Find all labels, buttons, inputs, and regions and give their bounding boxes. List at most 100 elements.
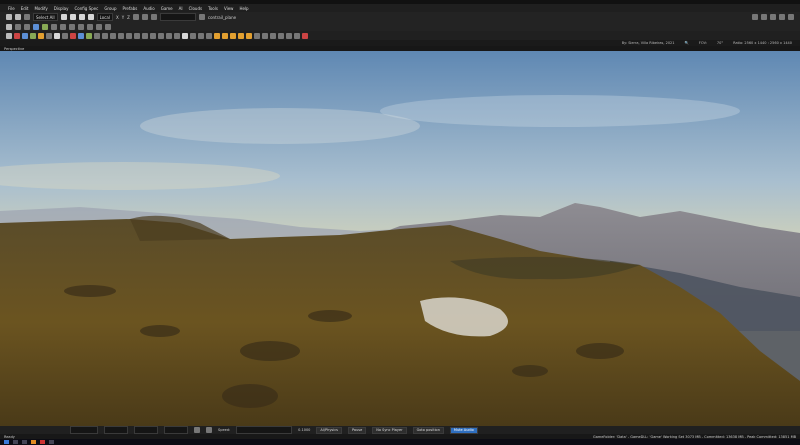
grid-icon[interactable] bbox=[141, 14, 148, 20]
lock-icon[interactable] bbox=[194, 427, 200, 433]
tool-icon[interactable] bbox=[102, 32, 108, 39]
tool-icon[interactable] bbox=[78, 32, 84, 39]
camera-tool-icon[interactable] bbox=[96, 23, 102, 30]
path-icon[interactable] bbox=[87, 23, 93, 30]
light-icon[interactable] bbox=[60, 23, 66, 30]
move-icon[interactable] bbox=[69, 14, 76, 20]
tool-icon[interactable] bbox=[30, 32, 36, 39]
taskbar-app-icon[interactable] bbox=[22, 440, 27, 444]
ai-icon[interactable] bbox=[770, 14, 776, 20]
tool-icon[interactable] bbox=[270, 32, 276, 39]
menu-item-prefabs[interactable]: Prefabs bbox=[123, 6, 138, 11]
tool-icon[interactable] bbox=[126, 32, 132, 39]
play-icon[interactable] bbox=[752, 14, 758, 20]
tool-icon[interactable] bbox=[214, 32, 220, 39]
rotate-icon[interactable] bbox=[78, 14, 85, 20]
vegetation-icon[interactable] bbox=[42, 23, 48, 30]
speed-slider[interactable] bbox=[236, 426, 293, 434]
tool-icon[interactable] bbox=[294, 32, 300, 39]
axis-x-button[interactable]: X bbox=[116, 15, 119, 20]
menu-item-tools[interactable]: Tools bbox=[208, 6, 218, 11]
tool-icon[interactable] bbox=[150, 32, 156, 39]
tool-icon[interactable] bbox=[254, 32, 260, 39]
snap-icon[interactable] bbox=[206, 427, 212, 433]
tool-icon[interactable] bbox=[142, 32, 148, 39]
taskbar-app-icon[interactable] bbox=[13, 440, 18, 444]
tool-icon[interactable] bbox=[86, 32, 92, 39]
menu-item-view[interactable]: View bbox=[224, 6, 234, 11]
camera-icon[interactable] bbox=[198, 14, 205, 20]
scale-icon[interactable] bbox=[87, 14, 94, 20]
tool-icon[interactable] bbox=[38, 32, 44, 39]
select-icon[interactable] bbox=[60, 14, 67, 20]
menu-item-clouds[interactable]: Clouds bbox=[189, 6, 203, 11]
menu-item-ai[interactable]: AI bbox=[179, 6, 183, 11]
shape-icon[interactable] bbox=[78, 23, 84, 30]
menu-item-edit[interactable]: Edit bbox=[21, 6, 29, 11]
search-icon[interactable]: 🔍 bbox=[685, 41, 689, 45]
tool-icon[interactable] bbox=[238, 32, 244, 39]
menu-item-config-spec[interactable]: Config Spec bbox=[74, 6, 98, 11]
menu-item-game[interactable]: Game bbox=[161, 6, 173, 11]
tool-icon[interactable] bbox=[46, 32, 52, 39]
menu-item-help[interactable]: Help bbox=[239, 6, 248, 11]
tool-icon[interactable] bbox=[182, 32, 188, 39]
taskbar-app-icon[interactable] bbox=[31, 440, 36, 444]
ai-physics-button[interactable]: AI/Physics bbox=[316, 426, 342, 434]
coordinate-space-dropdown[interactable]: Local bbox=[96, 13, 113, 21]
tool-icon[interactable] bbox=[230, 32, 236, 39]
tool-icon[interactable] bbox=[22, 32, 28, 39]
snap-icon[interactable] bbox=[132, 14, 139, 20]
start-icon[interactable] bbox=[4, 440, 9, 444]
taskbar-app-icon[interactable] bbox=[40, 440, 45, 444]
select-all-dropdown[interactable]: Select All bbox=[33, 13, 58, 21]
axis-y-button[interactable]: Y bbox=[122, 15, 124, 20]
menu-item-modify[interactable]: Modify bbox=[34, 6, 47, 11]
snap-value-dropdown[interactable] bbox=[159, 13, 196, 21]
lock-icon[interactable] bbox=[779, 14, 785, 20]
undo-icon[interactable] bbox=[6, 14, 12, 20]
tool-icon[interactable] bbox=[246, 32, 252, 39]
settings-icon[interactable] bbox=[788, 14, 794, 20]
tool-icon[interactable] bbox=[286, 32, 292, 39]
tool-icon[interactable] bbox=[94, 32, 100, 39]
terrain-icon[interactable] bbox=[6, 23, 12, 30]
tool-icon[interactable] bbox=[262, 32, 268, 39]
entity-icon[interactable] bbox=[69, 23, 75, 30]
lock-selection-field[interactable] bbox=[70, 426, 98, 434]
tool-icon[interactable] bbox=[14, 32, 20, 39]
tool-icon[interactable] bbox=[158, 32, 164, 39]
link-icon[interactable] bbox=[24, 14, 30, 20]
menu-item-file[interactable]: File bbox=[8, 6, 15, 11]
tool-icon[interactable] bbox=[222, 32, 228, 39]
tool-icon[interactable] bbox=[190, 32, 196, 39]
tool-icon[interactable] bbox=[198, 32, 204, 39]
menu-item-display[interactable]: Display bbox=[54, 6, 69, 11]
tool-icon[interactable] bbox=[302, 32, 308, 39]
angle-snap-icon[interactable] bbox=[150, 14, 157, 20]
tool-icon[interactable] bbox=[6, 32, 12, 39]
tool-icon[interactable] bbox=[54, 32, 60, 39]
water-icon[interactable] bbox=[33, 23, 39, 30]
mute-audio-button[interactable]: Mute Audio bbox=[449, 426, 478, 434]
coord-z-field[interactable] bbox=[164, 426, 188, 434]
taskbar-app-icon[interactable] bbox=[49, 440, 54, 444]
perspective-viewport[interactable] bbox=[0, 51, 800, 426]
sound-icon[interactable] bbox=[105, 23, 111, 30]
pause-button[interactable]: Pause bbox=[347, 426, 367, 434]
object-icon[interactable] bbox=[51, 23, 57, 30]
layer-icon[interactable] bbox=[24, 23, 30, 30]
coord-y-field[interactable] bbox=[134, 426, 158, 434]
redo-icon[interactable] bbox=[15, 14, 21, 20]
no-sync-player-button[interactable]: No Sync Player bbox=[372, 426, 407, 434]
physics-icon[interactable] bbox=[761, 14, 767, 20]
tool-icon[interactable] bbox=[70, 32, 76, 39]
goto-position-button[interactable]: Goto position bbox=[412, 426, 444, 434]
tool-icon[interactable] bbox=[174, 32, 180, 39]
tool-icon[interactable] bbox=[278, 32, 284, 39]
tool-icon[interactable] bbox=[110, 32, 116, 39]
menu-item-group[interactable]: Group bbox=[104, 6, 116, 11]
brush-icon[interactable] bbox=[15, 23, 21, 30]
axis-z-button[interactable]: Z bbox=[127, 15, 130, 20]
tool-icon[interactable] bbox=[206, 32, 212, 39]
